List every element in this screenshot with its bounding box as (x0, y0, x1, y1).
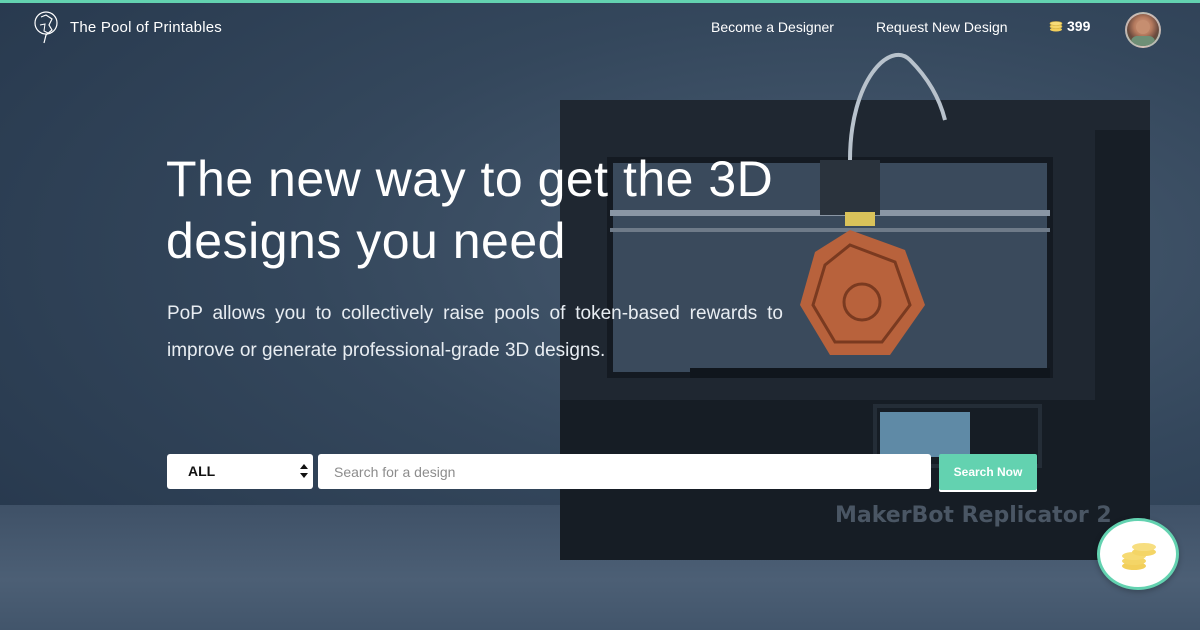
request-design-link[interactable]: Request New Design (876, 19, 1008, 35)
token-count: 399 (1067, 18, 1091, 34)
top-navigation: The Pool of Printables Become a Designer… (0, 3, 1200, 53)
brand-name[interactable]: The Pool of Printables (70, 19, 222, 36)
avatar-face (1131, 20, 1155, 46)
search-input[interactable] (318, 454, 931, 489)
become-designer-link[interactable]: Become a Designer (711, 19, 834, 35)
category-selected-value: ALL (188, 463, 216, 479)
hero-subtext: PoP allows you to collectively raise poo… (167, 303, 783, 361)
user-avatar[interactable] (1125, 12, 1161, 48)
category-select[interactable]: ALL (167, 454, 313, 489)
token-balance[interactable]: 399 (1049, 18, 1090, 34)
select-arrows-icon (300, 464, 308, 478)
hero-headline: The new way to get the 3D designs you ne… (166, 151, 774, 269)
coins-fab-button[interactable] (1097, 518, 1179, 590)
svg-text:MakerBot Replicator 2: MakerBot Replicator 2 (835, 503, 1112, 528)
coins-stack-icon (1122, 543, 1156, 570)
logo-icon[interactable] (32, 11, 60, 45)
search-now-button[interactable]: Search Now (939, 454, 1037, 490)
coins-icon (1049, 21, 1063, 32)
